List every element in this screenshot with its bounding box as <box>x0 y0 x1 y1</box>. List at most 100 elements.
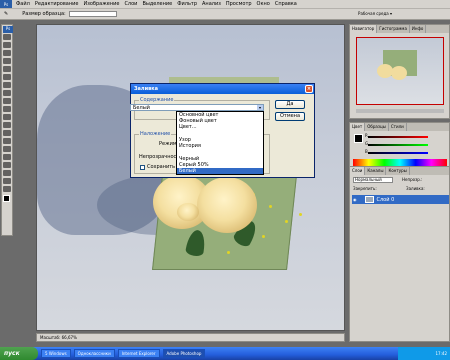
zoom-tool-icon[interactable] <box>3 186 11 192</box>
layers-panel: Слои Каналы Контуры Нормальный Непрозр.:… <box>349 166 450 342</box>
toolbox: Ps <box>1 24 13 236</box>
cancel-button[interactable]: Отмена <box>275 112 305 121</box>
crop-tool-icon[interactable] <box>3 66 11 72</box>
eraser-tool-icon[interactable] <box>3 114 11 120</box>
eye-icon[interactable]: ◉ <box>353 197 357 202</box>
zoom-slider[interactable] <box>356 109 444 113</box>
use-select-value: Белый <box>133 105 150 111</box>
ok-button-label: Да <box>286 101 294 107</box>
image-rose-right <box>197 177 257 233</box>
layer-name: Слой 0 <box>376 196 395 203</box>
slider-g[interactable] <box>368 144 428 146</box>
image-bead <box>299 213 302 216</box>
dropdown-separator <box>177 130 263 137</box>
zoom-readout: Масштаб: 66,67% <box>40 335 77 340</box>
dropdown-option-selected[interactable]: Белый <box>177 168 263 174</box>
eyedropper-icon[interactable]: ✎ <box>4 11 8 17</box>
dialog-titlebar[interactable]: Заливка × <box>131 84 314 94</box>
task-photoshop[interactable]: Adobe Photoshop <box>162 349 206 358</box>
menu-layers[interactable]: Слои <box>124 1 137 7</box>
layers-opacity-label: Непрозр.: <box>402 177 423 182</box>
dropdown-separator <box>177 149 263 156</box>
clock[interactable]: 17:42 <box>435 351 447 356</box>
status-bar: Масштаб: 66,67% <box>36 333 345 342</box>
tab-paths[interactable]: Контуры <box>386 167 410 175</box>
task-windows-group[interactable]: 5 Windows <box>41 349 71 358</box>
foreground-color-swatch[interactable] <box>3 195 10 202</box>
blur-tool-icon[interactable] <box>3 130 11 136</box>
magic-wand-tool-icon[interactable] <box>3 58 11 64</box>
toolbox-ps-logo: Ps <box>3 26 13 33</box>
lasso-tool-icon[interactable] <box>3 50 11 56</box>
tab-swatches[interactable]: Образцы <box>365 123 389 131</box>
path-selection-tool-icon[interactable] <box>3 162 11 168</box>
marquee-tool-icon[interactable] <box>3 42 11 48</box>
slider-r[interactable] <box>368 136 428 138</box>
ok-button[interactable]: Да <box>275 100 305 109</box>
photoshop-logo: Ps <box>0 0 12 8</box>
slice-tool-icon[interactable] <box>3 74 11 80</box>
dodge-tool-icon[interactable] <box>3 138 11 144</box>
tab-layers[interactable]: Слои <box>350 167 366 175</box>
tab-histogram[interactable]: Гистограмма <box>377 25 410 33</box>
cancel-button-label: Отмена <box>279 113 301 119</box>
task-internet-explorer[interactable]: Internet Explorer <box>117 349 160 358</box>
close-icon[interactable]: × <box>305 85 313 93</box>
blend-mode-select[interactable]: Нормальный <box>353 177 393 183</box>
menu-help[interactable]: Справка <box>275 1 297 7</box>
image-bead <box>285 220 288 223</box>
chevron-down-icon[interactable]: ▾ <box>257 105 263 110</box>
gradient-tool-icon[interactable] <box>3 122 11 128</box>
menu-select[interactable]: Выделение <box>142 1 172 7</box>
use-select[interactable]: Белый ▾ <box>130 104 264 111</box>
hand-tool-icon[interactable] <box>3 178 11 184</box>
healing-brush-tool-icon[interactable] <box>3 82 11 88</box>
task-odnoklassniki[interactable]: Одноклассники <box>73 349 115 358</box>
tab-color[interactable]: Цвет <box>350 123 366 131</box>
shape-tool-icon[interactable] <box>3 170 11 176</box>
slider-b[interactable] <box>368 152 428 154</box>
workspace-button[interactable]: Рабочая среда ▾ <box>358 11 392 16</box>
move-tool-icon[interactable] <box>3 34 11 40</box>
tab-styles[interactable]: Стили <box>389 123 407 131</box>
start-button[interactable]: пуск <box>0 347 38 360</box>
foreground-color-chip[interactable] <box>354 134 363 143</box>
options-bar: ✎ Размер образца: Рабочая среда ▾ <box>0 9 450 20</box>
pen-tool-icon[interactable] <box>3 146 11 152</box>
menu-file[interactable]: Файл <box>16 1 30 7</box>
blending-legend: Наложение <box>139 131 172 137</box>
system-tray: 17:42 <box>398 347 450 360</box>
tab-channels[interactable]: Каналы <box>365 167 387 175</box>
image-bead <box>269 205 272 208</box>
menu-image[interactable]: Изображение <box>83 1 119 7</box>
menu-analysis[interactable]: Анализ <box>202 1 221 7</box>
image-rosebud <box>177 203 199 221</box>
layer-thumbnail <box>364 196 374 203</box>
contents-legend: Содержание <box>139 97 175 103</box>
layer-row[interactable]: ◉ Слой 0 <box>352 195 449 204</box>
menu-edit[interactable]: Редактирование <box>35 1 79 7</box>
tab-info[interactable]: Инфо <box>410 25 427 33</box>
navigator-preview[interactable] <box>356 37 444 105</box>
menu-window[interactable]: Окно <box>257 1 270 7</box>
history-brush-tool-icon[interactable] <box>3 106 11 112</box>
brush-tool-icon[interactable] <box>3 90 11 96</box>
layers-lock-label: Закрепить: <box>353 186 377 191</box>
layers-fill-label: Заливка: <box>406 186 425 191</box>
tab-navigator[interactable]: Навигатор <box>350 25 378 33</box>
clone-stamp-tool-icon[interactable] <box>3 98 11 104</box>
preview-rose <box>391 66 407 80</box>
menu-filter[interactable]: Фильтр <box>177 1 197 7</box>
preserve-transparency-checkbox[interactable] <box>140 164 145 170</box>
color-tabs: Цвет Образцы Стили <box>350 123 449 131</box>
sample-size-label: Размер образца: <box>22 11 66 17</box>
menu-view[interactable]: Просмотр <box>226 1 252 7</box>
type-tool-icon[interactable] <box>3 154 11 160</box>
sample-size-select[interactable] <box>68 11 117 17</box>
start-label: пуск <box>4 350 20 357</box>
navigator-panel: Навигатор Гистограмма Инфо <box>349 24 450 119</box>
image-bead <box>262 235 265 238</box>
color-panel: Цвет Образцы Стили R G B <box>349 122 450 172</box>
navigator-tabs: Навигатор Гистограмма Инфо <box>350 25 449 33</box>
windows-taskbar: пуск 5 Windows Одноклассники Internet Ex… <box>0 347 450 360</box>
